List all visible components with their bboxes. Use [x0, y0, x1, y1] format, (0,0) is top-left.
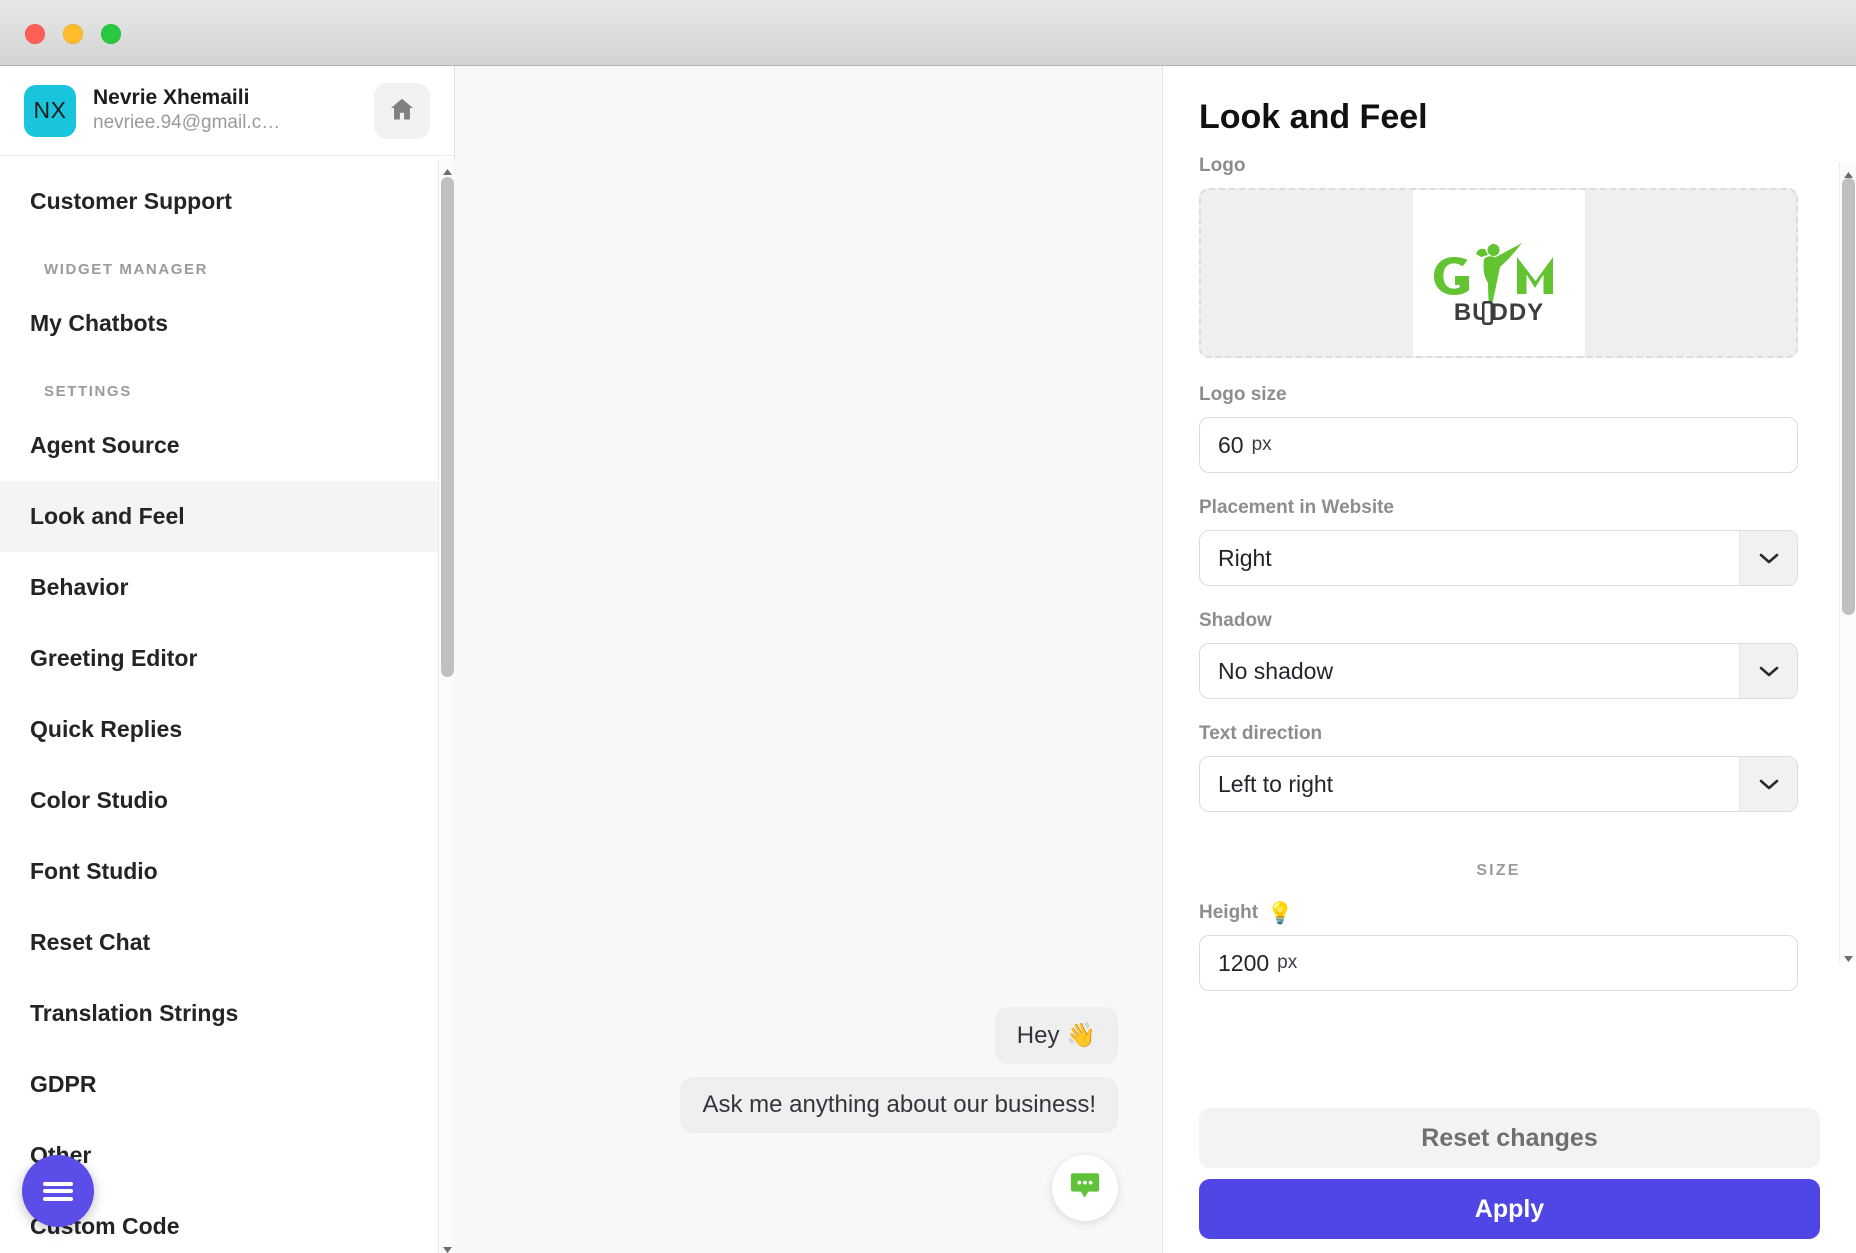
user-email: nevriee.94@gmail.c…	[93, 112, 281, 134]
minimize-window-button[interactable]	[63, 24, 83, 44]
height-value: 1200	[1218, 949, 1270, 976]
home-icon	[388, 95, 416, 126]
sidebar-item-quick-replies[interactable]: Quick Replies	[0, 694, 454, 765]
sidebar-item-translation-strings[interactable]: Translation Strings	[0, 978, 454, 1049]
apply-button[interactable]: Apply	[1199, 1179, 1820, 1239]
chat-bubble-user: Hey 👋	[994, 1007, 1118, 1064]
gym-buddy-logo-icon: BUDDY	[1433, 242, 1553, 326]
size-section-title: SIZE	[1476, 862, 1521, 879]
chat-bubble-bot: Ask me anything about our business!	[680, 1077, 1118, 1133]
reset-changes-button[interactable]: Reset changes	[1199, 1108, 1820, 1168]
sidebar-item-my-chatbots[interactable]: My Chatbots	[0, 288, 454, 359]
window-titlebar	[0, 0, 1856, 66]
chat-preview: Hey 👋 Ask me anything about our business…	[680, 1007, 1118, 1221]
placement-value: Right	[1218, 544, 1272, 571]
sidebar-item-customer-support[interactable]: Customer Support	[0, 166, 454, 237]
avatar: NX	[24, 84, 76, 137]
hamburger-menu-icon	[43, 1178, 73, 1204]
shadow-value: No shadow	[1218, 657, 1334, 684]
close-window-button[interactable]	[25, 24, 45, 44]
sidebar-item-greeting-editor[interactable]: Greeting Editor	[0, 623, 454, 694]
sidebar-item-reset-chat[interactable]: Reset Chat	[0, 907, 454, 978]
home-button[interactable]	[374, 82, 430, 139]
placement-select[interactable]: Right	[1199, 530, 1798, 586]
logo-size-input[interactable]: 60 px	[1199, 417, 1798, 473]
text-direction-label: Text direction	[1199, 723, 1323, 744]
text-direction-value: Left to right	[1218, 770, 1334, 797]
app-window: NX Nevrie Xhemaili nevriee.94@gmail.c… C…	[0, 0, 1856, 1253]
logo-label: Logo	[1199, 155, 1246, 176]
app-content: NX Nevrie Xhemaili nevriee.94@gmail.c… C…	[0, 66, 1856, 1253]
chevron-down-icon[interactable]	[1739, 757, 1797, 811]
svg-text:BUDDY: BUDDY	[1453, 299, 1543, 326]
panel-scrollbar[interactable]	[1839, 162, 1856, 962]
sidebar-section-widget-manager: WIDGET MANAGER	[44, 261, 209, 278]
panel-scroll-thumb[interactable]	[1842, 178, 1855, 615]
lightbulb-hint-icon[interactable]: 💡	[1267, 903, 1293, 924]
sidebar-item-font-studio[interactable]: Font Studio	[0, 836, 454, 907]
shadow-select[interactable]: No shadow	[1199, 643, 1798, 699]
panel-scroll-area: Logo BUDDY Logo size 60 px Placement in …	[1163, 155, 1856, 1015]
menu-fab-button[interactable]	[22, 1155, 94, 1227]
look-and-feel-panel: Look and Feel Logo BUDDY Logo size 60 px…	[1163, 66, 1856, 1253]
widget-preview-pane: Hey 👋 Ask me anything about our business…	[455, 66, 1163, 1253]
chat-bubble-icon	[1068, 1169, 1102, 1208]
sidebar-section-settings: SETTINGS	[44, 383, 132, 400]
sidebar-item-gdpr[interactable]: GDPR	[0, 1049, 454, 1120]
sidebar-scroll-thumb[interactable]	[441, 177, 454, 677]
height-input[interactable]: 1200 px	[1199, 935, 1798, 991]
sidebar-item-agent-source[interactable]: Agent Source	[0, 410, 454, 481]
user-account-card[interactable]: NX Nevrie Xhemaili nevriee.94@gmail.c…	[0, 66, 454, 156]
scroll-up-icon[interactable]	[442, 163, 453, 175]
logo-preview: BUDDY	[1412, 190, 1585, 356]
logo-size-value: 60	[1218, 431, 1244, 458]
height-label: Height	[1199, 902, 1259, 923]
height-label-row: Height 💡	[1199, 902, 1798, 924]
chat-launcher-button[interactable]	[1052, 1155, 1118, 1221]
user-meta: Nevrie Xhemaili nevriee.94@gmail.c…	[93, 85, 357, 136]
sidebar: NX Nevrie Xhemaili nevriee.94@gmail.c… C…	[0, 66, 455, 1253]
page-title: Look and Feel	[1199, 98, 1428, 136]
chevron-down-icon[interactable]	[1739, 531, 1797, 585]
user-name: Nevrie Xhemaili	[93, 86, 250, 110]
sidebar-nav: Customer Support WIDGET MANAGER My Chatb…	[0, 156, 454, 1253]
sidebar-item-look-and-feel[interactable]: Look and Feel	[0, 481, 454, 552]
chevron-down-icon[interactable]	[1739, 644, 1797, 698]
traffic-light-group	[25, 24, 121, 44]
scroll-down-icon[interactable]	[1843, 950, 1854, 962]
scroll-down-icon[interactable]	[442, 1241, 453, 1253]
shadow-label: Shadow	[1199, 610, 1272, 631]
sidebar-scrollbar[interactable]	[438, 159, 455, 1253]
logo-size-unit: px	[1251, 434, 1272, 455]
panel-action-buttons: Reset changes Apply	[1199, 1108, 1820, 1239]
zoom-window-button[interactable]	[101, 24, 121, 44]
text-direction-select[interactable]: Left to right	[1199, 756, 1798, 812]
logo-size-label: Logo size	[1199, 384, 1287, 405]
sidebar-item-behavior[interactable]: Behavior	[0, 552, 454, 623]
placement-label: Placement in Website	[1199, 497, 1394, 518]
logo-dropzone[interactable]: BUDDY	[1199, 188, 1798, 358]
scroll-up-icon[interactable]	[1843, 166, 1854, 178]
height-unit: px	[1277, 952, 1298, 973]
sidebar-item-color-studio[interactable]: Color Studio	[0, 765, 454, 836]
